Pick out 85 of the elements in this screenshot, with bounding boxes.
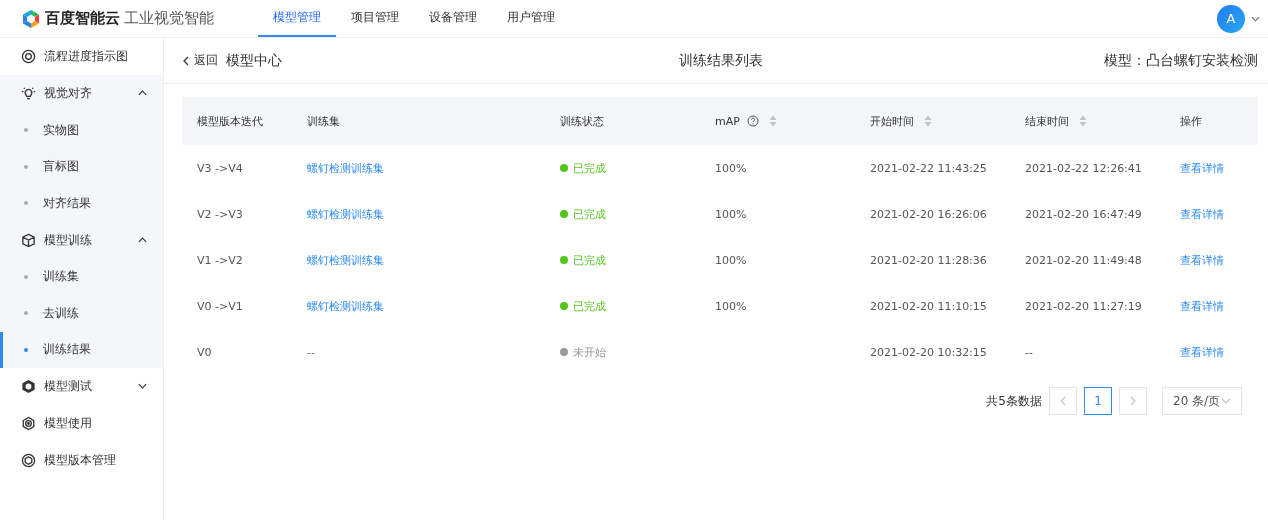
chevron-left-icon [183, 55, 189, 66]
page-size-select[interactable]: 20 条/页 [1162, 387, 1242, 415]
column-header: 训练状态 [560, 113, 604, 129]
help-icon[interactable] [746, 115, 759, 127]
sidebar-subitem[interactable]: 实物图 [0, 112, 163, 149]
table-cell: 100% [715, 299, 747, 313]
cube-icon [21, 232, 36, 248]
nav-tab[interactable]: 模型管理 [258, 0, 336, 37]
sidebar-item[interactable]: 模型版本管理 [0, 442, 163, 479]
dataset-link[interactable]: 螺钉检测训练集 [307, 299, 384, 313]
sort-icon[interactable] [768, 115, 777, 127]
dataset-link[interactable]: -- [307, 345, 315, 359]
column-header: 训练集 [307, 113, 340, 129]
table-cell: 100% [715, 253, 747, 267]
detail-link[interactable]: 查看详情 [1180, 345, 1224, 359]
sidebar-item[interactable]: 模型训练 [0, 221, 163, 259]
column-header: 结束时间 [1025, 113, 1069, 129]
sidebar-item[interactable]: 模型使用 [0, 405, 163, 442]
logo-icon [21, 8, 41, 29]
table-cell: 2021-02-20 10:32:15 [870, 345, 987, 359]
section-title: 模型中心 [226, 51, 282, 70]
table-cell: 2021-02-20 11:49:48 [1025, 253, 1142, 267]
target-icon [21, 416, 36, 431]
caret-icon[interactable] [1251, 15, 1260, 22]
nav-tab[interactable]: 设备管理 [414, 0, 492, 37]
status-text: 已完成 [573, 298, 606, 314]
next-page-button[interactable] [1119, 387, 1147, 415]
model-name: 模型：凸台螺钉安装检测 [1103, 51, 1258, 70]
sidebar-subitem[interactable]: 去训练 [0, 295, 163, 332]
status-text: 已完成 [573, 252, 606, 268]
column-header: 模型版本迭代 [197, 113, 263, 129]
chevron-down-icon [1221, 398, 1231, 404]
sort-icon[interactable] [1079, 115, 1087, 127]
detail-link[interactable]: 查看详情 [1180, 299, 1224, 313]
table-cell: 2021-02-20 11:28:36 [870, 253, 987, 267]
chevron-right-icon [1130, 396, 1136, 406]
dataset-link[interactable]: 螺钉检测训练集 [307, 253, 384, 267]
sidebar-item[interactable]: 视觉对齐 [0, 75, 163, 112]
status-text: 已完成 [573, 206, 606, 222]
column-header: 开始时间 [870, 113, 914, 129]
table-cell: V0 [197, 345, 212, 359]
sort-icon[interactable] [924, 115, 932, 127]
brand-name: 百度智能云 [45, 9, 120, 28]
sidebar-subitem[interactable]: 训练集 [0, 258, 163, 295]
table-cell: 2021-02-22 11:43:25 [870, 161, 987, 175]
table-cell: V3 ->V4 [197, 161, 243, 175]
detail-link[interactable]: 查看详情 [1180, 161, 1224, 175]
table-cell: V2 ->V3 [197, 207, 243, 221]
product-name: 工业视觉智能 [124, 9, 214, 28]
sidebar-subitem[interactable]: 对齐结果 [0, 185, 163, 222]
nav-tab[interactable]: 用户管理 [492, 0, 570, 37]
page-title: 训练结果列表 [678, 51, 763, 70]
chevron-up-icon [138, 236, 147, 243]
prev-page-button[interactable] [1049, 387, 1077, 415]
status-text: 已完成 [573, 160, 606, 176]
column-header: 操作 [1180, 113, 1202, 129]
table-cell: 2021-02-20 16:47:49 [1025, 207, 1142, 221]
dataset-link[interactable]: 螺钉检测训练集 [307, 161, 384, 175]
page-button[interactable]: 1 [1084, 387, 1112, 415]
dataset-link[interactable]: 螺钉检测训练集 [307, 207, 384, 221]
sidebar-item[interactable]: 流程进度指示图 [0, 38, 163, 75]
table-cell: 100% [715, 161, 747, 175]
table-cell: -- [1025, 345, 1033, 359]
status-text: 未开始 [573, 344, 606, 360]
detail-link[interactable]: 查看详情 [1180, 253, 1224, 267]
table-cell: 2021-02-22 12:26:41 [1025, 161, 1142, 175]
total-count: 共5条数据 [986, 392, 1042, 410]
chevron-up-icon [138, 90, 147, 96]
nav-tab[interactable]: 项目管理 [336, 0, 414, 37]
table-cell: V0 ->V1 [197, 299, 243, 313]
back-link[interactable]: 返回 [183, 52, 218, 69]
hexagon-icon [21, 379, 36, 394]
sidebar-item[interactable]: 模型测试 [0, 368, 163, 405]
bulb-icon [21, 86, 36, 101]
sidebar-subitem[interactable]: 训练结果 [0, 331, 163, 368]
sidebar-subitem[interactable]: 盲标图 [0, 148, 163, 185]
column-header: mAP [715, 114, 740, 128]
table-cell: 100% [715, 207, 747, 221]
detail-link[interactable]: 查看详情 [1180, 207, 1224, 221]
chevron-left-icon [1060, 396, 1066, 406]
chevron-down-icon [138, 383, 147, 389]
table-cell: V1 ->V2 [197, 253, 243, 267]
table-cell: 2021-02-20 11:10:15 [870, 299, 987, 313]
table-cell: 2021-02-20 16:26:06 [870, 207, 987, 221]
table-cell: 2021-02-20 11:27:19 [1025, 299, 1142, 313]
